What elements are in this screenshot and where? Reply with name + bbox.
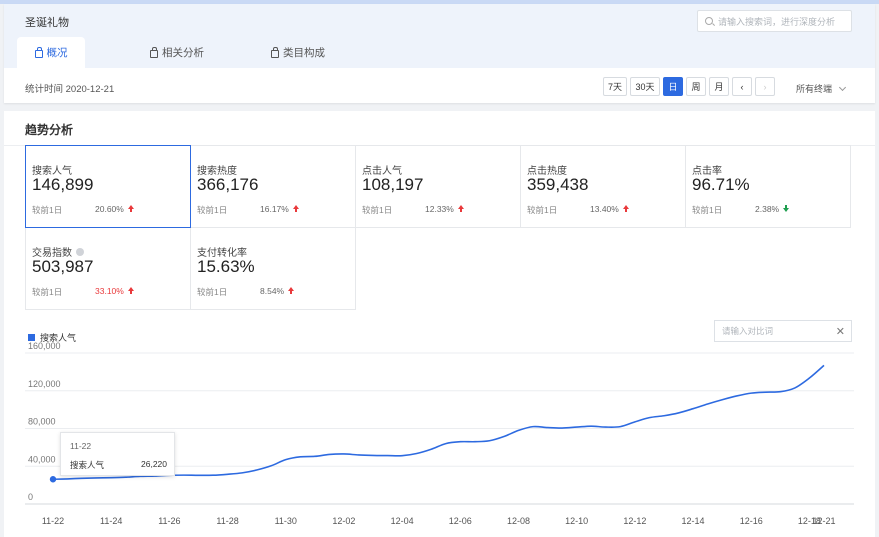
metric-change: 20.60% [95,204,134,214]
search-icon [705,17,713,25]
tab-category[interactable]: 类目构成 [258,37,338,68]
trend-panel: 趋势分析 搜索人气 146,899 较前1日 20.60% 搜索热度 366,1… [4,111,875,537]
chevron-left-icon: ‹ [740,81,744,92]
x-tick-label: 11-22 [42,516,64,526]
compare-label: 较前1日 [32,205,63,215]
x-tick-label: 12-12 [623,516,646,526]
search-placeholder: 请输入搜索词，进行深度分析 [718,16,836,27]
y-tick-label: 120,000 [28,379,61,389]
x-tick-label: 11-28 [216,516,238,526]
range-7d-button[interactable]: 7天 [603,77,627,96]
filter-bar: 统计时间 2020-12-21 7天 30天 日 周 月 ‹ › 所有终端 [4,68,875,103]
x-tick-label: 12-02 [332,516,355,526]
chart-tooltip: 11-22 搜索人气 26,220 [60,432,175,476]
arrow-up-icon [127,205,134,212]
y-tick-label: 40,000 [28,454,56,464]
y-tick-label: 0 [28,492,33,502]
y-tick-label: 80,000 [28,417,56,427]
x-tick-label: 12-08 [507,516,530,526]
x-tick-label: 11-24 [100,516,122,526]
range-week-button[interactable]: 周 [686,77,706,96]
x-tick-label: 12-16 [740,516,763,526]
chevron-down-icon [838,83,847,92]
page-title: 圣诞礼物 [25,17,69,29]
range-month-button[interactable]: 月 [709,77,729,96]
terminal-dropdown[interactable]: 所有终端 [795,82,847,95]
y-tick-label: 160,000 [28,341,61,351]
next-date-button[interactable]: › [755,77,775,96]
tab-related-analysis[interactable]: 相关分析 [121,37,233,68]
tooltip-date: 11-22 [70,441,92,451]
x-tick-label: 12-06 [449,516,472,526]
tab-label: 类目构成 [283,47,325,59]
tooltip-series-name: 搜索人气 [70,460,105,470]
x-tick-label: 12-14 [682,516,705,526]
search-input[interactable]: 请输入搜索词，进行深度分析 [697,10,852,32]
range-day-button[interactable]: 日 [663,77,683,96]
bag-icon [150,46,158,58]
tab-label: 概况 [46,47,68,59]
tab-overview[interactable]: 概况 [17,37,85,68]
prev-date-button[interactable]: ‹ [732,77,752,96]
x-tick-label: 12-04 [391,516,414,526]
header: 圣诞礼物 请输入搜索词，进行深度分析 概况 相关分析 类目构成 统计时间 202… [4,4,875,103]
x-tick-label: 11-26 [158,516,180,526]
bag-icon [271,46,279,58]
x-tick-label: 12-10 [565,516,588,526]
terminal-label: 所有终端 [795,84,832,94]
tab-label: 相关分析 [162,47,204,59]
tooltip-value: 26,220 [141,459,167,469]
metric-card-search-popularity[interactable]: 搜索人气 146,899 较前1日 20.60% [25,145,191,228]
bag-icon [34,46,43,58]
chevron-right-icon: › [763,81,767,92]
tab-bar: 概况 相关分析 类目构成 [17,37,338,68]
data-point-highlight [49,476,57,483]
x-tick-label: 11-30 [275,516,297,526]
metric-value: 146,899 [32,175,94,194]
range-30d-button[interactable]: 30天 [630,77,660,96]
change-value: 20.60% [95,204,124,214]
stat-time: 统计时间 2020-12-21 [25,84,115,95]
x-tick-label: 12-21 [812,516,835,526]
